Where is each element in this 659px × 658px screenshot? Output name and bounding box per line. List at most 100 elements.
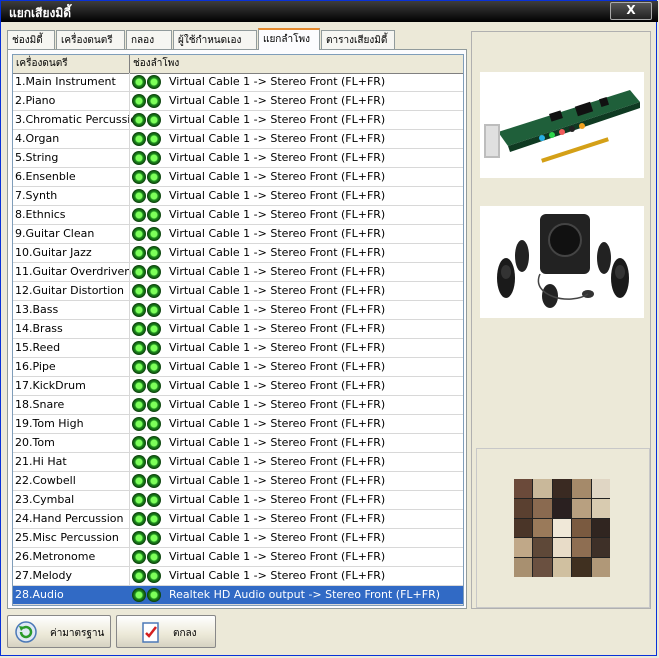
table-row[interactable]: 15.Reed Virtual Cable 1 -> Stereo Front (… [13, 339, 463, 358]
speaker-output-select[interactable]: Virtual Cable 1 -> Stereo Front (FL+FR) [169, 341, 385, 354]
table-row[interactable]: 13.Bass Virtual Cable 1 -> Stereo Front (… [13, 301, 463, 320]
table-row[interactable]: 11.Guitar Overdriven Virtual Cable 1 -> S… [13, 263, 463, 282]
collage-tile [514, 558, 533, 577]
speaker-output-select[interactable]: Virtual Cable 1 -> Stereo Front (FL+FR) [169, 170, 385, 183]
speaker-output-select[interactable]: Virtual Cable 1 -> Stereo Front (FL+FR) [169, 75, 385, 88]
left-led-icon [132, 246, 146, 260]
table-row[interactable]: 1.Main Instrument Virtual Cable 1 -> Ster… [13, 73, 463, 92]
speaker-output-select[interactable]: Virtual Cable 1 -> Stereo Front (FL+FR) [169, 474, 385, 487]
table-row[interactable]: 25.Misc Percussion Virtual Cable 1 -> Ste… [13, 529, 463, 548]
speaker-output-select[interactable]: Virtual Cable 1 -> Stereo Front (FL+FR) [169, 227, 385, 240]
speaker-output-select[interactable]: Virtual Cable 1 -> Stereo Front (FL+FR) [169, 436, 385, 449]
speaker-output-select[interactable]: Virtual Cable 1 -> Stereo Front (FL+FR) [169, 360, 385, 373]
speaker-output-select[interactable]: Virtual Cable 1 -> Stereo Front (FL+FR) [169, 379, 385, 392]
speaker-output-select[interactable]: Virtual Cable 1 -> Stereo Front (FL+FR) [169, 322, 385, 335]
right-led-icon [147, 379, 161, 393]
right-led-icon [147, 588, 161, 602]
table-row[interactable]: 7.Synth Virtual Cable 1 -> Stereo Front (… [13, 187, 463, 206]
speaker-output-select[interactable]: Virtual Cable 1 -> Stereo Front (FL+FR) [169, 455, 385, 468]
instrument-name: 22.Cowbell [15, 474, 76, 487]
column-divider [129, 339, 130, 357]
header-speaker-channel[interactable]: ช่องลำโพง [130, 55, 463, 73]
channel-leds [132, 417, 162, 431]
column-divider [129, 548, 130, 566]
channel-leds [132, 360, 162, 374]
right-led-icon [147, 151, 161, 165]
speaker-output-select[interactable]: Virtual Cable 1 -> Stereo Front (FL+FR) [169, 132, 385, 145]
right-led-icon [147, 512, 161, 526]
speaker-output-select[interactable]: Virtual Cable 1 -> Stereo Front (FL+FR) [169, 417, 385, 430]
table-row[interactable]: 14.Brass Virtual Cable 1 -> Stereo Front … [13, 320, 463, 339]
table-row[interactable]: 24.Hand Percussion Virtual Cable 1 -> Ste… [13, 510, 463, 529]
speaker-output-select[interactable]: Virtual Cable 1 -> Stereo Front (FL+FR) [169, 569, 385, 582]
table-row[interactable]: 17.KickDrum Virtual Cable 1 -> Stereo Fro… [13, 377, 463, 396]
column-divider [129, 130, 130, 148]
tab-drums[interactable]: กลอง [126, 30, 172, 49]
speaker-output-select[interactable]: Virtual Cable 1 -> Stereo Front (FL+FR) [169, 189, 385, 202]
collage-tile [533, 558, 552, 577]
header-instrument[interactable]: เครื่องดนตรี [13, 55, 130, 73]
instrument-output-grid[interactable]: เครื่องดนตรี ช่องลำโพง 1.Main Instrument… [12, 54, 464, 606]
instrument-name: 24.Hand Percussion [15, 512, 124, 525]
speaker-output-select[interactable]: Virtual Cable 1 -> Stereo Front (FL+FR) [169, 208, 385, 221]
table-row[interactable]: 5.String Virtual Cable 1 -> Stereo Front … [13, 149, 463, 168]
speaker-output-select[interactable]: Virtual Cable 1 -> Stereo Front (FL+FR) [169, 398, 385, 411]
tab-speaker-split[interactable]: แยกลำโพง [258, 28, 320, 50]
table-row[interactable]: 28.Audio Realtek HD Audio output -> Stere… [13, 586, 463, 605]
speaker-output-select[interactable]: Virtual Cable 1 -> Stereo Front (FL+FR) [169, 284, 385, 297]
instrument-name: 23.Cymbal [15, 493, 75, 506]
checklist-icon [139, 620, 163, 644]
instrument-name: 9.Guitar Clean [15, 227, 95, 240]
speaker-output-select[interactable]: Virtual Cable 1 -> Stereo Front (FL+FR) [169, 151, 385, 164]
table-row[interactable]: 4.Organ Virtual Cable 1 -> Stereo Front (… [13, 130, 463, 149]
close-button[interactable]: X [610, 2, 652, 20]
column-divider [129, 225, 130, 243]
table-row[interactable]: 19.Tom High Virtual Cable 1 -> Stereo Fro… [13, 415, 463, 434]
column-divider [129, 282, 130, 300]
table-row[interactable]: 10.Guitar Jazz Virtual Cable 1 -> Stereo … [13, 244, 463, 263]
table-row[interactable]: 6.Ensenble Virtual Cable 1 -> Stereo Fron… [13, 168, 463, 187]
channel-leds [132, 265, 162, 279]
left-led-icon [132, 227, 146, 241]
table-row[interactable]: 3.Chromatic Percussion Virtual Cable 1 ->… [13, 111, 463, 130]
table-row[interactable]: 27.Melody Virtual Cable 1 -> Stereo Front… [13, 567, 463, 586]
table-row[interactable]: 26.Metronome Virtual Cable 1 -> Stereo Fr… [13, 548, 463, 567]
tab-user-defined[interactable]: ผู้ใช้กำหนดเอง [173, 30, 257, 49]
collage-tile [533, 479, 552, 498]
left-led-icon [132, 398, 146, 412]
right-led-icon [147, 170, 161, 184]
instrument-name: 28.Audio [15, 588, 64, 601]
default-button[interactable]: ค่ามาตรฐาน [7, 615, 111, 648]
speaker-output-select[interactable]: Virtual Cable 1 -> Stereo Front (FL+FR) [169, 265, 385, 278]
table-row[interactable]: 2.Piano Virtual Cable 1 -> Stereo Front (… [13, 92, 463, 111]
table-row[interactable]: 12.Guitar Distortion Virtual Cable 1 -> S… [13, 282, 463, 301]
speaker-output-select[interactable]: Virtual Cable 1 -> Stereo Front (FL+FR) [169, 531, 385, 544]
table-row[interactable]: 23.Cymbal Virtual Cable 1 -> Stereo Front… [13, 491, 463, 510]
speaker-output-select[interactable]: Virtual Cable 1 -> Stereo Front (FL+FR) [169, 246, 385, 259]
collage-tile [591, 518, 610, 538]
column-divider [129, 92, 130, 110]
table-row[interactable]: 21.Hi Hat Virtual Cable 1 -> Stereo Front… [13, 453, 463, 472]
table-row[interactable]: 9.Guitar Clean Virtual Cable 1 -> Stereo … [13, 225, 463, 244]
speaker-output-select[interactable]: Realtek HD Audio output -> Stereo Front … [169, 588, 440, 601]
speaker-output-select[interactable]: Virtual Cable 1 -> Stereo Front (FL+FR) [169, 512, 385, 525]
table-row[interactable]: 8.Ethnics Virtual Cable 1 -> Stereo Front… [13, 206, 463, 225]
tab-midi-sound-table[interactable]: ตารางเสียงมิดี้ [321, 30, 395, 49]
channel-leds [132, 474, 162, 488]
table-row[interactable]: 18.Snare Virtual Cable 1 -> Stereo Front … [13, 396, 463, 415]
table-row[interactable]: 16.Pipe Virtual Cable 1 -> Stereo Front (… [13, 358, 463, 377]
channel-leds [132, 588, 162, 602]
tab-instruments[interactable]: เครื่องดนตรี [56, 30, 125, 49]
speaker-output-select[interactable]: Virtual Cable 1 -> Stereo Front (FL+FR) [169, 94, 385, 107]
table-row[interactable]: 20.Tom Virtual Cable 1 -> Stereo Front (F… [13, 434, 463, 453]
instrument-name: 1.Main Instrument [15, 75, 116, 88]
tab-midi-channels[interactable]: ช่องมิดี้ [7, 30, 55, 49]
speaker-output-select[interactable]: Virtual Cable 1 -> Stereo Front (FL+FR) [169, 550, 385, 563]
table-row[interactable]: 22.Cowbell Virtual Cable 1 -> Stereo Fron… [13, 472, 463, 491]
speaker-output-select[interactable]: Virtual Cable 1 -> Stereo Front (FL+FR) [169, 303, 385, 316]
right-led-icon [147, 227, 161, 241]
speaker-output-select[interactable]: Virtual Cable 1 -> Stereo Front (FL+FR) [169, 493, 385, 506]
ok-button[interactable]: ตกลง [116, 615, 216, 648]
speaker-output-select[interactable]: Virtual Cable 1 -> Stereo Front (FL+FR) [169, 113, 385, 126]
left-led-icon [132, 265, 146, 279]
